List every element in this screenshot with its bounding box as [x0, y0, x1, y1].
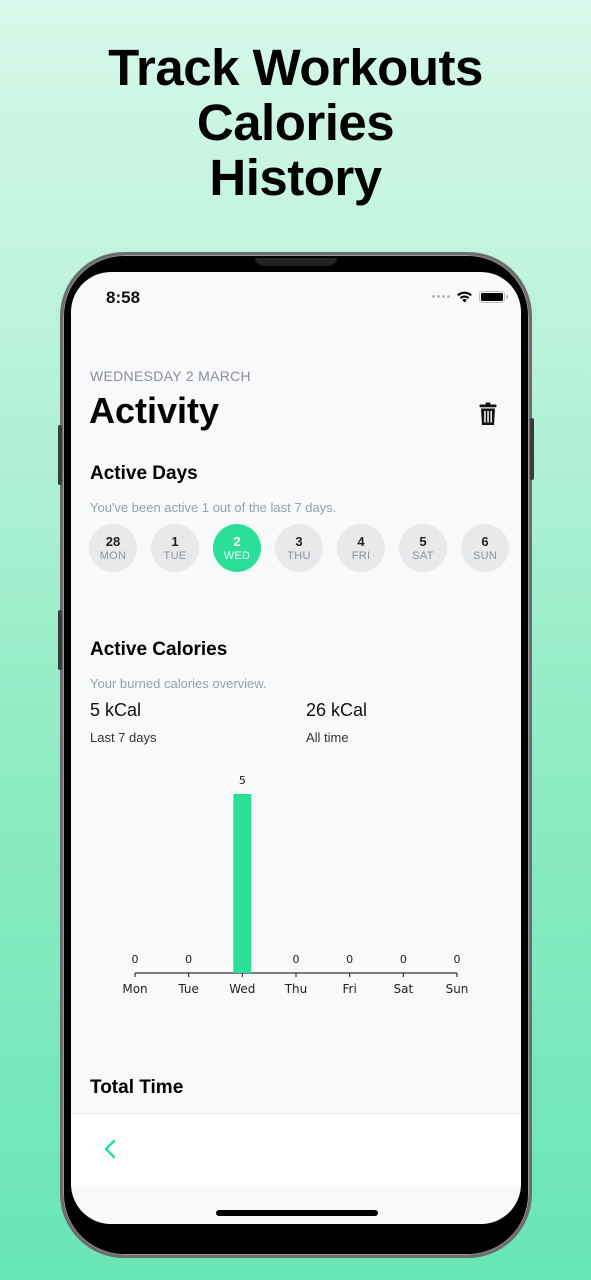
- promo-headline: Track Workouts Calories History: [0, 40, 591, 205]
- day-chip-weekday: WED: [223, 549, 251, 562]
- active-days-subtitle: You've been active 1 out of the last 7 d…: [90, 500, 337, 515]
- day-chip-fri[interactable]: 4 FRI: [337, 524, 385, 572]
- day-chip-sat[interactable]: 5 SAT: [399, 524, 447, 572]
- status-time: 8:58: [106, 288, 141, 307]
- day-chip-number: 5: [419, 533, 427, 549]
- phone-side-button-power: [530, 418, 534, 480]
- x-tick-label-tue: Tue: [177, 982, 199, 996]
- status-icons: [432, 290, 508, 303]
- day-chip-weekday: FRI: [351, 549, 371, 562]
- data-label-sat: 0: [400, 953, 407, 966]
- day-chip-weekday: TUE: [163, 549, 187, 562]
- x-tick-label-thu: Thu: [284, 982, 308, 996]
- stat-all-time-label: All time: [306, 730, 349, 745]
- x-tick-label-fri: Fri: [343, 982, 357, 996]
- stat-all-time-value: 26 kCal: [306, 700, 368, 720]
- phone-speaker: [255, 258, 337, 266]
- day-chip-mon[interactable]: 28 MON: [89, 524, 137, 572]
- page-title: Activity: [89, 390, 220, 431]
- home-indicator[interactable]: [216, 1210, 378, 1216]
- stat-last-7-days-label: Last 7 days: [90, 730, 157, 745]
- day-chip-weekday: SUN: [472, 549, 498, 562]
- phone-side-button-volume: [58, 610, 62, 670]
- data-label-wed: 5: [239, 774, 246, 787]
- day-chip-number: 4: [357, 533, 365, 549]
- x-tick-label-sun: Sun: [446, 982, 469, 996]
- x-tick-label-mon: Mon: [122, 982, 147, 996]
- battery-icon: [479, 290, 508, 303]
- day-chip-thu[interactable]: 3 THU: [275, 524, 323, 572]
- app-screen: 8:58 WEDNESDAY 2 MARCH Activity Active D…: [71, 272, 521, 1224]
- data-label-sun: 0: [454, 953, 461, 966]
- wifi-icon: [457, 291, 472, 303]
- day-chip-number: 28: [105, 533, 121, 549]
- day-chip-sun[interactable]: 6 SUN: [461, 524, 509, 572]
- day-chip-number: 1: [171, 533, 179, 549]
- data-label-mon: 0: [132, 953, 139, 966]
- day-chip-weekday: SAT: [412, 549, 434, 562]
- bottom-toolbar: [71, 1113, 521, 1185]
- data-label-tue: 0: [185, 953, 192, 966]
- x-tick-label-sat: Sat: [393, 982, 413, 996]
- trash-icon[interactable]: [479, 402, 497, 426]
- day-chip-weekday: MON: [99, 549, 127, 562]
- signal-dots-icon: [432, 295, 450, 298]
- active-calories-subtitle: Your burned calories overview.: [90, 676, 267, 691]
- headline-line-1: Track Workouts: [108, 39, 483, 96]
- day-chip-number: 6: [481, 533, 489, 549]
- active-days-title: Active Days: [90, 463, 198, 484]
- data-label-fri: 0: [346, 953, 353, 966]
- day-chip-tue[interactable]: 1 TUE: [151, 524, 199, 572]
- calories-bar-chart: 0 Mon 0 Tue 5 Wed 0 Thu 0 Fri 0 Sat 0 Sun: [122, 774, 469, 996]
- date-label: WEDNESDAY 2 MARCH: [90, 368, 251, 384]
- total-time-title: Total Time: [90, 1077, 184, 1098]
- day-chip-weekday: THU: [287, 549, 311, 562]
- day-selector: 28 MON 1 TUE 2 WED 3 THU 4 FRI 5 SAT 6 SUN: [89, 524, 509, 572]
- active-calories-title: Active Calories: [90, 639, 228, 660]
- day-chip-number: 3: [295, 533, 303, 549]
- data-label-thu: 0: [293, 953, 300, 966]
- x-tick-label-wed: Wed: [229, 982, 255, 996]
- stat-last-7-days-value: 5 kCal: [90, 700, 142, 720]
- chevron-left-icon[interactable]: [99, 1134, 121, 1164]
- bar-wed: [233, 794, 252, 973]
- day-chip-wed[interactable]: 2 WED: [213, 524, 261, 572]
- headline-line-2: Calories: [196, 94, 395, 151]
- headline-line-3: History: [209, 149, 382, 206]
- phone-side-button-mute: [58, 425, 62, 485]
- day-chip-number: 2: [233, 533, 241, 549]
